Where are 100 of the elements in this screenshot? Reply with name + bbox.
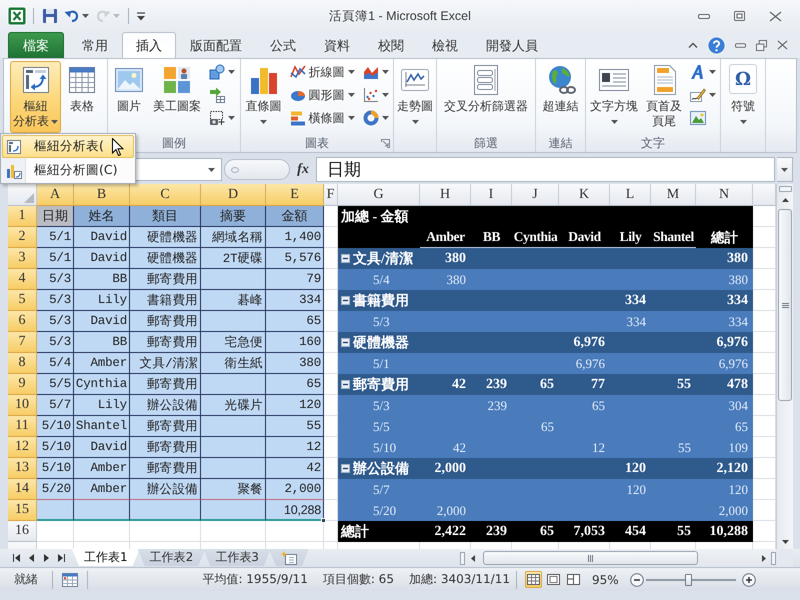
zoom-out-button[interactable]: [630, 572, 644, 586]
table-cell[interactable]: David: [74, 227, 130, 248]
split-handle[interactable]: [771, 552, 776, 564]
row-header[interactable]: 15: [8, 500, 37, 521]
close-button[interactable]: [775, 38, 790, 52]
ribbon-button[interactable]: 橫條圖: [286, 107, 358, 129]
table-cell[interactable]: [201, 416, 266, 437]
table-cell[interactable]: 5,576: [266, 248, 324, 269]
table-cell[interactable]: 5/20: [37, 479, 74, 500]
page-layout-button[interactable]: [545, 571, 562, 588]
table-cell[interactable]: 65: [266, 374, 324, 395]
table-cell[interactable]: 網域名稱: [201, 227, 266, 248]
table-cell[interactable]: 10,288: [266, 500, 324, 521]
row-header[interactable]: 3: [8, 248, 37, 269]
table-header-cell[interactable]: 金額: [266, 206, 324, 227]
formula-field[interactable]: 日期: [316, 157, 775, 182]
restore-button[interactable]: [754, 38, 769, 52]
table-cell[interactable]: 郵寄費用: [130, 416, 201, 437]
table-header-cell[interactable]: 類目: [130, 206, 201, 227]
table-cell[interactable]: 衛生紙: [201, 353, 266, 374]
table-cell[interactable]: 郵寄費用: [130, 332, 201, 353]
table-cell[interactable]: 55: [266, 416, 324, 437]
column-header[interactable]: K: [559, 184, 610, 206]
table-cell[interactable]: [201, 458, 266, 479]
table-cell[interactable]: David: [74, 311, 130, 332]
maximize-button[interactable]: [732, 9, 747, 23]
normal-view-button[interactable]: [525, 571, 542, 588]
table-cell[interactable]: 5/7: [37, 395, 74, 416]
table-cell[interactable]: Amber: [74, 479, 130, 500]
table-cell[interactable]: Lily: [74, 395, 130, 416]
sheet-tab[interactable]: 工作表3: [203, 549, 271, 566]
pivot-column-header[interactable]: Amber: [426, 229, 465, 245]
table-cell[interactable]: 65: [266, 311, 324, 332]
dialog-launcher-icon[interactable]: [381, 139, 390, 148]
table-cell[interactable]: 郵寄費用: [130, 458, 201, 479]
table-cell[interactable]: Cynthia: [74, 374, 130, 395]
table-cell[interactable]: 2T硬碟: [201, 248, 266, 269]
table-cell[interactable]: BB: [74, 332, 130, 353]
table-cell[interactable]: 郵寄費用: [130, 269, 201, 290]
column-header[interactable]: F: [324, 184, 338, 206]
ribbon-button[interactable]: 交叉分析篩選器: [441, 61, 531, 133]
table-cell[interactable]: 120: [266, 395, 324, 416]
ribbon-button[interactable]: 圖片: [110, 61, 148, 133]
pivot-column-header[interactable]: BB: [482, 229, 500, 245]
table-cell[interactable]: Shantel: [74, 416, 130, 437]
column-header[interactable]: N: [696, 184, 753, 206]
horizontal-scrollbar[interactable]: [460, 549, 776, 567]
zoom-level[interactable]: 95%: [592, 572, 624, 586]
grid-cell[interactable]: [37, 521, 74, 542]
grid-cell[interactable]: [266, 521, 324, 542]
table-cell[interactable]: [74, 500, 130, 521]
scroll-thumb[interactable]: [778, 209, 792, 401]
fill-handle-icon[interactable]: [321, 518, 326, 523]
menu-item[interactable]: 樞紐分析表(: [2, 135, 134, 158]
table-cell[interactable]: 79: [266, 269, 324, 290]
ribbon-tab[interactable]: 版面配置: [176, 32, 256, 58]
file-tab[interactable]: 檔案: [8, 32, 64, 58]
column-header[interactable]: L: [610, 184, 651, 206]
table-cell[interactable]: Amber: [74, 353, 130, 374]
column-header[interactable]: J: [512, 184, 559, 206]
ribbon-tab[interactable]: 資料: [310, 32, 364, 58]
column-header[interactable]: G: [338, 184, 420, 206]
table-cell[interactable]: [130, 500, 201, 521]
table-cell[interactable]: 郵寄費用: [130, 374, 201, 395]
grid-cell[interactable]: [130, 521, 201, 542]
app-logo-icon[interactable]: [8, 7, 26, 25]
ribbon-button[interactable]: 超連結: [540, 61, 582, 133]
last-sheet-button[interactable]: [55, 551, 67, 565]
minimize-button[interactable]: [733, 40, 748, 50]
zoom-in-button[interactable]: [742, 572, 756, 586]
table-cell[interactable]: 5/1: [37, 248, 74, 269]
row-header[interactable]: 12: [8, 437, 37, 458]
ribbon-button[interactable]: 圓形圖: [286, 84, 358, 106]
table-cell[interactable]: 5/3: [37, 269, 74, 290]
ribbon-button[interactable]: 頁首及 頁尾: [643, 61, 685, 133]
pivot-column-header[interactable]: Lily: [620, 229, 642, 245]
close-button[interactable]: [767, 8, 784, 24]
table-cell[interactable]: 1,400: [266, 227, 324, 248]
collapse-icon[interactable]: [341, 380, 350, 389]
table-cell[interactable]: 光碟片: [201, 395, 266, 416]
table-cell[interactable]: Amber: [74, 458, 130, 479]
table-cell[interactable]: [201, 311, 266, 332]
grid-cell[interactable]: [201, 521, 266, 542]
table-cell[interactable]: 160: [266, 332, 324, 353]
table-cell[interactable]: David: [74, 248, 130, 269]
row-header[interactable]: 16: [8, 521, 37, 542]
row-header[interactable]: 2: [8, 227, 37, 248]
table-cell[interactable]: 硬體機器: [130, 227, 201, 248]
zoom-slider[interactable]: [646, 572, 736, 586]
row-header[interactable]: 14: [8, 479, 37, 500]
split-handle[interactable]: [460, 552, 465, 564]
table-cell[interactable]: 2,000: [266, 479, 324, 500]
save-button[interactable]: [41, 7, 59, 25]
collapse-icon[interactable]: [341, 338, 350, 347]
row-header[interactable]: 13: [8, 458, 37, 479]
table-cell[interactable]: 380: [266, 353, 324, 374]
column-header[interactable]: A: [37, 184, 74, 206]
column-header[interactable]: E: [266, 184, 324, 206]
customize-button[interactable]: [136, 10, 146, 22]
splitter-handle[interactable]: [224, 159, 290, 180]
